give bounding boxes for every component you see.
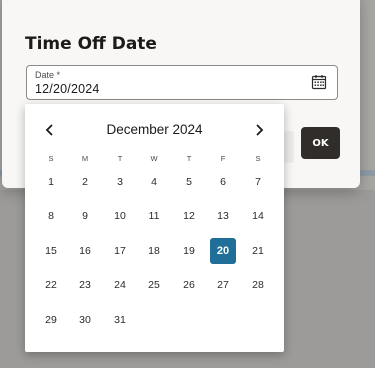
day-cell[interactable]: 1	[38, 169, 64, 195]
weekday-label: F	[220, 154, 226, 163]
ok-button[interactable]: OK	[301, 127, 340, 159]
calendar-icon[interactable]	[311, 74, 327, 90]
day-cell[interactable]: 11	[141, 203, 167, 229]
day-cell[interactable]: 28	[245, 272, 271, 298]
day-cell[interactable]: 25	[141, 272, 167, 298]
day-cell[interactable]: 2	[72, 169, 98, 195]
day-cell[interactable]: 13	[210, 203, 236, 229]
day-cell[interactable]: 9	[72, 203, 98, 229]
day-cell[interactable]: 15	[38, 238, 64, 264]
day-cell[interactable]: 23	[72, 272, 98, 298]
day-cell[interactable]: 5	[176, 169, 202, 195]
weekday-label: T	[186, 154, 192, 163]
selected-day-cell[interactable]: 20	[210, 238, 236, 264]
date-field-label: Date *	[35, 70, 61, 80]
day-cell[interactable]: 17	[107, 238, 133, 264]
day-cell[interactable]: 27	[210, 272, 236, 298]
day-cell[interactable]: 7	[245, 169, 271, 195]
day-cell[interactable]: 31	[107, 307, 133, 333]
day-cell[interactable]: 3	[107, 169, 133, 195]
day-cell[interactable]: 18	[141, 238, 167, 264]
weekday-header: SMTWTFS	[25, 154, 284, 164]
dialog-title: Time Off Date	[25, 34, 157, 54]
day-cell[interactable]: 19	[176, 238, 202, 264]
day-cell[interactable]: 21	[245, 238, 271, 264]
weekday-label: S	[255, 154, 261, 163]
day-cell[interactable]: 6	[210, 169, 236, 195]
day-cell[interactable]: 12	[176, 203, 202, 229]
day-cell[interactable]: 24	[107, 272, 133, 298]
day-cell[interactable]: 26	[176, 272, 202, 298]
weekday-label: S	[48, 154, 54, 163]
day-cell[interactable]: 10	[107, 203, 133, 229]
day-cell[interactable]: 29	[38, 307, 64, 333]
weekday-label: M	[81, 154, 89, 163]
day-cell[interactable]: 4	[141, 169, 167, 195]
date-field-value[interactable]: 12/20/2024	[35, 82, 100, 96]
chevron-right-icon[interactable]	[251, 122, 267, 138]
day-cell[interactable]: 30	[72, 307, 98, 333]
day-cell[interactable]: 8	[38, 203, 64, 229]
weekday-label: T	[117, 154, 123, 163]
date-picker-popup: December 2024 SMTWTFS 1 2 3 4 5 6 7 8 9 10 11 12 13 1…	[25, 104, 284, 352]
day-cell[interactable]: 22	[38, 272, 64, 298]
weekday-label: W	[150, 154, 158, 163]
day-cell[interactable]: 16	[72, 238, 98, 264]
month-label: December 2024	[106, 122, 203, 137]
day-cell[interactable]: 14	[245, 203, 271, 229]
cancel-button-partial[interactable]	[284, 131, 294, 163]
date-field[interactable]: Date * 12/20/2024	[26, 65, 338, 100]
